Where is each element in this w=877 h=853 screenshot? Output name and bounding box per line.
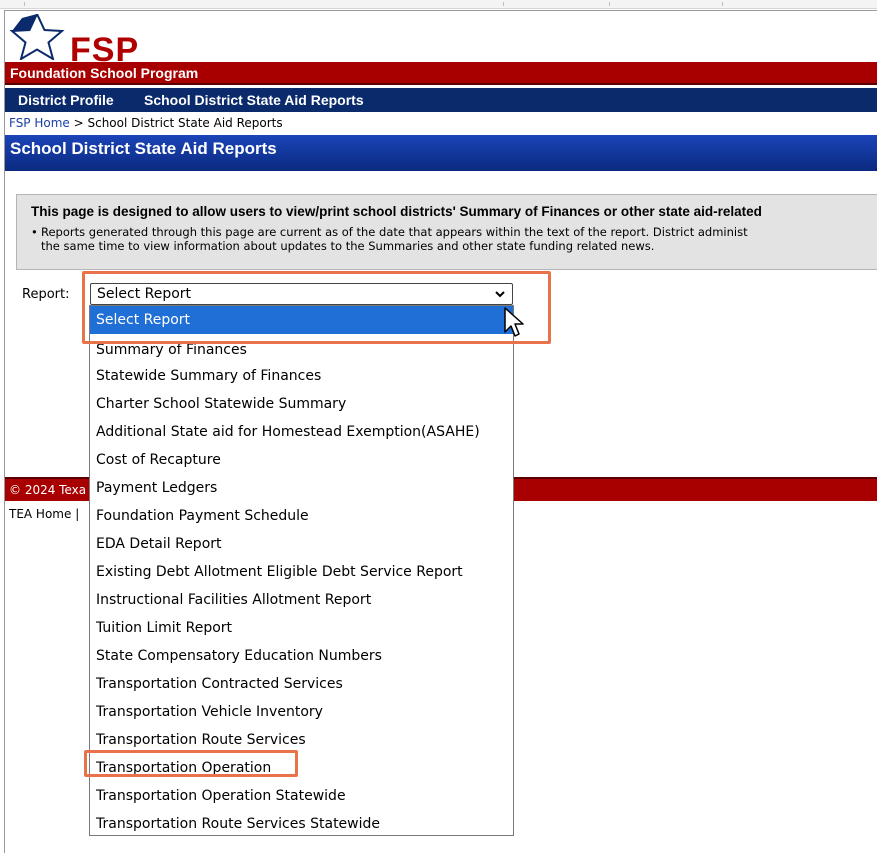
report-option[interactable]: Statewide Summary of Finances	[90, 362, 513, 390]
info-title: This page is designed to allow users to …	[31, 204, 762, 219]
footer-tea-home-link[interactable]: TEA Home |	[9, 507, 79, 521]
breadcrumb-home-link[interactable]: FSP Home	[9, 116, 70, 130]
report-option[interactable]: Transportation Contracted Services	[90, 670, 513, 698]
report-option[interactable]: Tuition Limit Report	[90, 614, 513, 642]
report-option[interactable]: Instructional Facilities Allotment Repor…	[90, 586, 513, 614]
highlight-select-box	[82, 271, 551, 344]
report-option[interactable]: EDA Detail Report	[90, 530, 513, 558]
browser-top-strip	[0, 0, 877, 9]
nav-state-aid-reports[interactable]: School District State Aid Reports	[144, 92, 364, 108]
page-title: School District State Aid Reports	[10, 139, 277, 158]
info-text: • Reports generated through this page ar…	[31, 225, 748, 253]
program-name: Foundation School Program	[10, 65, 199, 81]
breadcrumb-current: School District State Aid Reports	[87, 116, 283, 130]
highlight-transportation-operation	[84, 750, 298, 777]
info-box: This page is designed to allow users to …	[16, 194, 877, 270]
report-option[interactable]: Cost of Recapture	[90, 446, 513, 474]
star-icon	[9, 14, 65, 60]
fsp-logo[interactable]: FSP	[6, 14, 156, 68]
nav-district-profile[interactable]: District Profile	[18, 92, 114, 108]
report-option[interactable]: Transportation Operation Statewide	[90, 782, 513, 810]
report-option[interactable]: Additional State aid for Homestead Exemp…	[90, 418, 513, 446]
report-option[interactable]: Charter School Statewide Summary	[90, 390, 513, 418]
mouse-cursor-icon	[504, 307, 524, 337]
report-label: Report:	[22, 287, 70, 302]
report-option[interactable]: Transportation Route Services Statewide	[90, 810, 513, 835]
program-header-bar: Foundation School Program	[5, 62, 877, 85]
report-option[interactable]: Existing Debt Allotment Eligible Debt Se…	[90, 558, 513, 586]
breadcrumb: FSP Home > School District State Aid Rep…	[9, 116, 283, 130]
breadcrumb-separator: >	[69, 116, 88, 130]
report-option[interactable]: Payment Ledgers	[90, 474, 513, 502]
report-option[interactable]: State Compensatory Education Numbers	[90, 642, 513, 670]
info-text-line-1: Reports generated through this page are …	[41, 225, 748, 239]
info-text-line-2: the same time to view information about …	[41, 239, 655, 253]
page-title-bar: School District State Aid Reports	[5, 135, 877, 171]
footer-copyright: © 2024 Texa	[9, 483, 87, 497]
report-option[interactable]: Transportation Vehicle Inventory	[90, 698, 513, 726]
footer-links[interactable]: TEA Home |	[9, 507, 79, 521]
report-option[interactable]: Foundation Payment Schedule	[90, 502, 513, 530]
bullet-icon: •	[31, 225, 38, 239]
main-nav: District Profile School District State A…	[5, 88, 877, 112]
